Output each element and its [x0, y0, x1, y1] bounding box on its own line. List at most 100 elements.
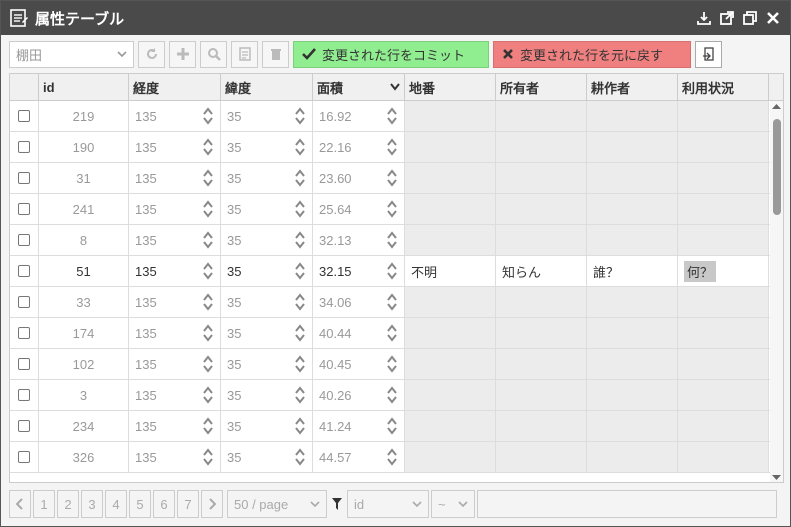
restore-icon[interactable]: [741, 9, 759, 27]
layer-select[interactable]: 棚田: [9, 40, 134, 68]
page-5[interactable]: 5: [129, 490, 151, 518]
close-icon[interactable]: [764, 9, 782, 27]
page-2[interactable]: 2: [57, 490, 79, 518]
cell-area[interactable]: 40.44: [313, 318, 405, 348]
cell-longitude[interactable]: 135: [129, 442, 221, 472]
page-7[interactable]: 7: [177, 490, 199, 518]
table-row[interactable]: 31 135 35 23.60: [10, 163, 783, 194]
table-row[interactable]: 234 135 35 41.24: [10, 411, 783, 442]
vertical-scrollbar[interactable]: [770, 101, 783, 482]
cell-latitude[interactable]: 35: [221, 349, 313, 379]
cell-latitude[interactable]: 35: [221, 225, 313, 255]
cell-chiban[interactable]: [405, 318, 496, 348]
stepper-arrows-icon[interactable]: [202, 354, 214, 374]
commit-button[interactable]: 変更された行をコミット: [293, 40, 489, 68]
cell-farmer[interactable]: [587, 380, 678, 410]
cell-usage[interactable]: [678, 318, 769, 348]
stepper-arrows-icon[interactable]: [202, 323, 214, 343]
stepper-arrows-icon[interactable]: [294, 354, 306, 374]
cell-usage[interactable]: [678, 287, 769, 317]
header-id[interactable]: id: [39, 74, 129, 100]
header-chiban[interactable]: 地番: [405, 74, 496, 100]
cell-longitude[interactable]: 135: [129, 163, 221, 193]
cell-farmer[interactable]: [587, 132, 678, 162]
stepper-arrows-icon[interactable]: [294, 168, 306, 188]
page-size-select[interactable]: 50 / page: [227, 490, 327, 518]
stepper-arrows-icon[interactable]: [386, 416, 398, 436]
cell-owner[interactable]: [496, 132, 587, 162]
cell-latitude[interactable]: 35: [221, 318, 313, 348]
row-checkbox[interactable]: [18, 451, 30, 463]
stepper-arrows-icon[interactable]: [386, 199, 398, 219]
cell-owner[interactable]: [496, 380, 587, 410]
cell-chiban[interactable]: [405, 349, 496, 379]
cell-usage[interactable]: [678, 380, 769, 410]
filter-operator-select[interactable]: ~: [431, 490, 475, 518]
cell-usage[interactable]: [678, 132, 769, 162]
row-checkbox[interactable]: [18, 203, 30, 215]
cell-farmer[interactable]: [587, 411, 678, 441]
revert-button[interactable]: 変更された行を元に戻す: [493, 40, 691, 68]
header-longitude[interactable]: 経度: [129, 74, 221, 100]
header-usage[interactable]: 利用状況: [678, 74, 769, 100]
cell-owner[interactable]: [496, 194, 587, 224]
cell-latitude[interactable]: 35: [221, 194, 313, 224]
cell-latitude[interactable]: 35: [221, 256, 313, 286]
cell-area[interactable]: 16.92: [313, 101, 405, 131]
cell-farmer[interactable]: [587, 101, 678, 131]
stepper-arrows-icon[interactable]: [202, 261, 214, 281]
cell-latitude[interactable]: 35: [221, 442, 313, 472]
table-row[interactable]: 241 135 35 25.64: [10, 194, 783, 225]
row-checkbox[interactable]: [18, 141, 30, 153]
header-owner[interactable]: 所有者: [496, 74, 587, 100]
stepper-arrows-icon[interactable]: [386, 230, 398, 250]
cell-area[interactable]: 34.06: [313, 287, 405, 317]
cell-chiban[interactable]: [405, 380, 496, 410]
stepper-arrows-icon[interactable]: [294, 416, 306, 436]
header-latitude[interactable]: 緯度: [221, 74, 313, 100]
stepper-arrows-icon[interactable]: [386, 106, 398, 126]
stepper-arrows-icon[interactable]: [294, 199, 306, 219]
cell-farmer[interactable]: 誰？: [587, 256, 678, 286]
cell-usage[interactable]: [678, 225, 769, 255]
cell-owner[interactable]: [496, 225, 587, 255]
cell-farmer[interactable]: [587, 349, 678, 379]
row-checkbox[interactable]: [18, 234, 30, 246]
stepper-arrows-icon[interactable]: [202, 106, 214, 126]
table-row[interactable]: 190 135 35 22.16: [10, 132, 783, 163]
stepper-arrows-icon[interactable]: [294, 292, 306, 312]
cell-chiban[interactable]: [405, 194, 496, 224]
delete-button[interactable]: [262, 40, 289, 68]
header-area[interactable]: 面積: [313, 74, 405, 100]
stepper-arrows-icon[interactable]: [386, 137, 398, 157]
cell-usage[interactable]: [678, 349, 769, 379]
cell-chiban[interactable]: [405, 442, 496, 472]
filter-value-input[interactable]: [477, 490, 777, 518]
popout-icon[interactable]: [718, 9, 736, 27]
row-checkbox[interactable]: [18, 265, 30, 277]
stepper-arrows-icon[interactable]: [294, 447, 306, 467]
stepper-arrows-icon[interactable]: [386, 447, 398, 467]
stepper-arrows-icon[interactable]: [202, 292, 214, 312]
stepper-arrows-icon[interactable]: [386, 168, 398, 188]
cell-longitude[interactable]: 135: [129, 349, 221, 379]
cell-chiban[interactable]: [405, 287, 496, 317]
download-icon[interactable]: [695, 9, 713, 27]
cell-usage[interactable]: [678, 411, 769, 441]
cell-area[interactable]: 32.15: [313, 256, 405, 286]
stepper-arrows-icon[interactable]: [294, 385, 306, 405]
page-4[interactable]: 4: [105, 490, 127, 518]
cell-chiban[interactable]: [405, 225, 496, 255]
stepper-arrows-icon[interactable]: [386, 323, 398, 343]
add-row-button[interactable]: [169, 40, 196, 68]
stepper-arrows-icon[interactable]: [386, 385, 398, 405]
cell-chiban[interactable]: [405, 101, 496, 131]
cell-area[interactable]: 23.60: [313, 163, 405, 193]
cell-chiban[interactable]: [405, 163, 496, 193]
cell-owner[interactable]: [496, 411, 587, 441]
row-checkbox[interactable]: [18, 358, 30, 370]
row-checkbox[interactable]: [18, 296, 30, 308]
cell-longitude[interactable]: 135: [129, 318, 221, 348]
edit-button[interactable]: [231, 40, 258, 68]
cell-chiban[interactable]: [405, 132, 496, 162]
